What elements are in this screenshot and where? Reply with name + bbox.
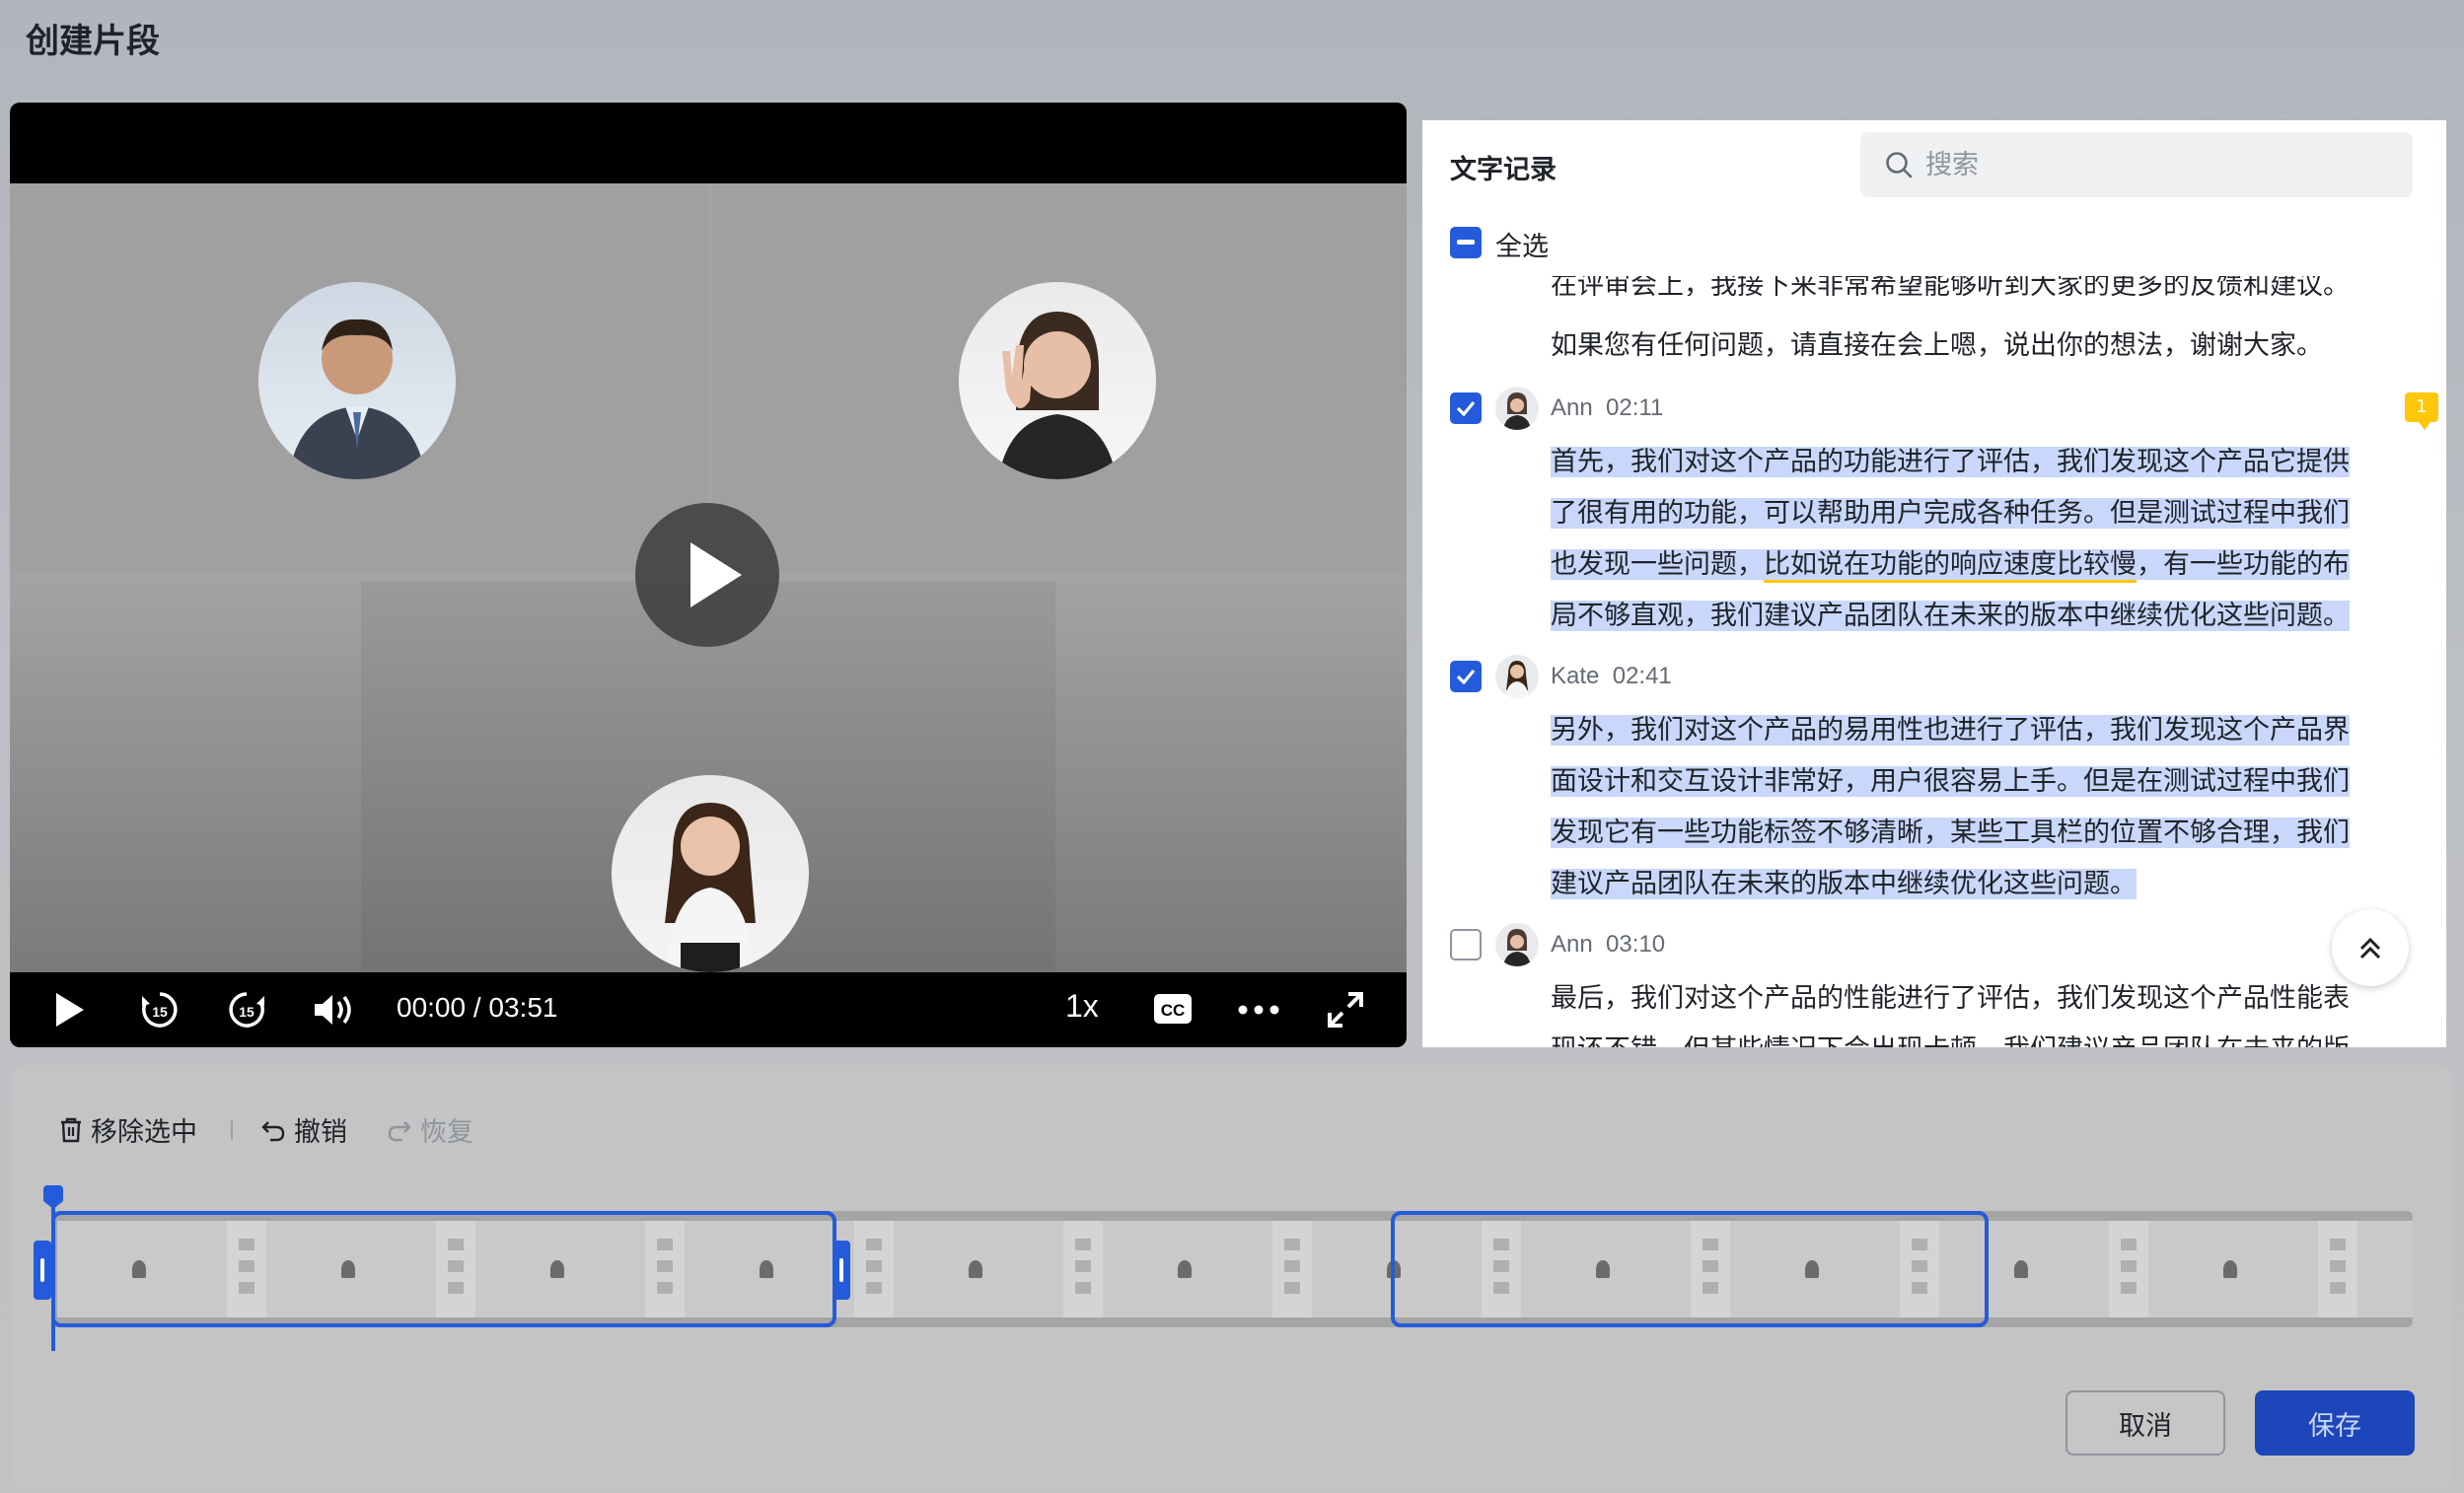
video-thumbnail-strip (1063, 1221, 1103, 1317)
check-icon (1456, 669, 1476, 684)
select-all-checkbox[interactable] (1450, 227, 1482, 258)
video-thumbnail (894, 1221, 1063, 1317)
playback-speed-button[interactable]: 1x (1065, 988, 1099, 1025)
commented-text[interactable]: 比如说在功能的响应速度比较慢 (1764, 549, 2137, 583)
speaker-label: Kate 02:41 (1551, 663, 1672, 690)
select-all-label: 全选 (1495, 232, 1549, 262)
cc-icon[interactable]: CC (1152, 990, 1194, 1028)
undo-label: 撤销 (294, 1117, 347, 1148)
selected-segment[interactable] (51, 1211, 836, 1327)
trash-icon (61, 1117, 81, 1142)
speaker-name: Ann (1551, 931, 1593, 958)
remove-selected-button[interactable]: 移除选中 (59, 1110, 197, 1149)
undo-icon (261, 1120, 285, 1141)
transcript-line: 在评审会上，我接下来非常希望能够听到大家的更多的反馈和建议。 (1551, 276, 2350, 296)
toolbar-divider (231, 1120, 233, 1140)
search-box[interactable] (1860, 132, 2413, 197)
speaker-name: Ann (1551, 394, 1593, 421)
transcript-line[interactable]: 面设计和交互设计非常好，用户很容易上手。但是在测试过程中我们 (1551, 759, 2350, 798)
search-icon (1886, 152, 1913, 178)
video-thumbnail (2357, 1221, 2413, 1317)
speaker-time[interactable]: 03:10 (1606, 931, 1665, 958)
speaker-time[interactable]: 02:11 (1606, 394, 1663, 421)
redo-icon (388, 1120, 411, 1141)
participant-avatar (959, 282, 1156, 479)
cancel-button[interactable]: 取消 (2065, 1390, 2225, 1456)
rewind-label: 15 (152, 1004, 168, 1020)
transcript-title: 文字记录 (1450, 155, 1557, 185)
transcript-line[interactable]: 局不够直观，我们建议产品团队在未来的版本中继续优化这些问题。 (1551, 594, 2350, 632)
forward-label: 15 (239, 1004, 254, 1020)
clip-editor: 移除选中 撤销 恢复 取消 保存 (12, 1065, 2452, 1489)
transcript-line[interactable]: 另外，我们对这个产品的易用性也进行了评估，我们发现这个产品界 (1551, 708, 2350, 746)
remove-selected-label: 移除选中 (91, 1117, 197, 1148)
entry-checkbox[interactable] (1450, 929, 1482, 960)
speaker-avatar (1495, 387, 1539, 430)
transcript-line[interactable]: 了很有用的功能，可以帮助用户完成各种任务。但是测试过程中我们 (1551, 491, 2350, 530)
video-controls: 15 15 00:00 / 03:51 1x CC (10, 972, 1407, 1047)
participant-avatar (612, 775, 809, 972)
cc-label: CC (1161, 1001, 1186, 1020)
transcript-line[interactable]: 最后，我们对这个产品的性能进行了评估，我们发现这个产品性能表 (1551, 976, 2350, 1015)
search-input[interactable] (1925, 142, 2389, 187)
transcript-line[interactable]: 也发现一些问题，比如说在功能的响应速度比较慢，有一些功能的布 (1551, 542, 2350, 583)
more-icon[interactable] (1237, 992, 1280, 1028)
comment-badge[interactable]: 1 (2405, 392, 2438, 430)
video-thumbnail-strip (2318, 1221, 2357, 1317)
video-thumbnail-strip (1272, 1221, 1312, 1317)
entry-checkbox[interactable] (1450, 661, 1482, 692)
entry-checkbox[interactable] (1450, 392, 1482, 424)
speaker-avatar (1495, 655, 1539, 698)
speaker-label: Ann 02:11 (1551, 394, 1663, 422)
indeterminate-icon (1457, 240, 1475, 245)
undo-button[interactable]: 撤销 (260, 1110, 347, 1149)
speaker-name: Kate (1551, 663, 1600, 689)
transcript-line[interactable]: 建议产品团队在未来的版本中继续优化这些问题。 (1551, 862, 2137, 900)
transcript-line[interactable]: 首先，我们对这个产品的功能进行了评估，我们发现这个产品它提供 (1551, 440, 2350, 478)
scroll-to-top-button[interactable] (2332, 909, 2409, 986)
redo-label: 恢复 (420, 1117, 473, 1148)
forward-15-icon[interactable]: 15 (225, 988, 268, 1031)
redo-button[interactable]: 恢复 (387, 1110, 473, 1149)
save-button[interactable]: 保存 (2255, 1390, 2415, 1456)
video-thumbnail-strip (854, 1221, 894, 1317)
double-chevron-up-icon (2359, 937, 2381, 960)
check-icon (1456, 400, 1476, 416)
transcript-line[interactable]: 现还不错，但某些情况下会出现卡顿，我们建议产品团队在未来的版 (1551, 1028, 2350, 1047)
dialog-title: 创建片段 (26, 22, 160, 61)
segment-start-handle[interactable] (34, 1241, 51, 1300)
volume-icon[interactable] (312, 990, 355, 1030)
play-icon[interactable] (49, 990, 89, 1030)
transcript-line[interactable]: 发现它有一些功能标签不够清晰，某些工具栏的位置不够合理，我们 (1551, 811, 2350, 849)
fullscreen-icon[interactable] (1324, 988, 1367, 1031)
speaker-label: Ann 03:10 (1551, 931, 1665, 959)
video-thumbnail-strip (2109, 1221, 2148, 1317)
transcript-panel: 文字记录 全选 在评审会上，我接下来非常希望能够听到大家的更多的反馈和建议。 如… (1422, 120, 2446, 1047)
play-icon[interactable] (635, 503, 779, 647)
speaker-time[interactable]: 02:41 (1613, 663, 1672, 689)
video-thumbnail (1103, 1221, 1272, 1317)
participant-avatar (258, 282, 456, 479)
transcript-line: 如果您有任何问题，请直接在会上嗯，说出你的想法，谢谢大家。 (1551, 330, 2323, 361)
segment-end-handle[interactable] (833, 1241, 850, 1300)
playhead[interactable] (43, 1185, 63, 1351)
playback-time: 00:00 / 03:51 (397, 992, 558, 1023)
video-player[interactable]: 15 15 00:00 / 03:51 1x CC (10, 103, 1407, 1047)
selected-segment[interactable] (1391, 1211, 1989, 1327)
video-thumbnail (2148, 1221, 2318, 1317)
speaker-avatar (1495, 923, 1539, 966)
rewind-15-icon[interactable]: 15 (138, 988, 181, 1031)
